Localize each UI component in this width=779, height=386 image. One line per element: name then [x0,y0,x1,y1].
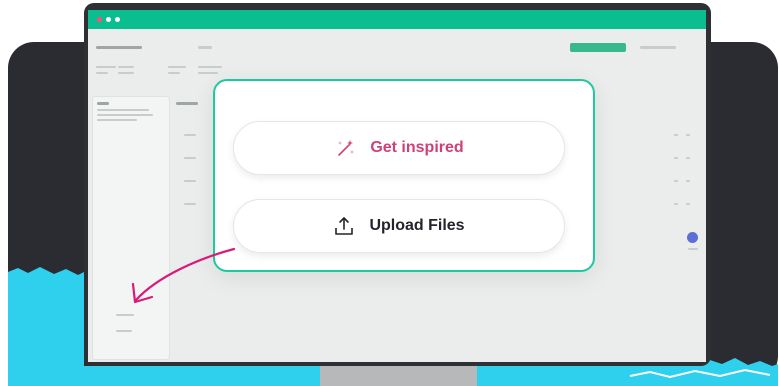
curved-arrow-icon [131,247,236,304]
